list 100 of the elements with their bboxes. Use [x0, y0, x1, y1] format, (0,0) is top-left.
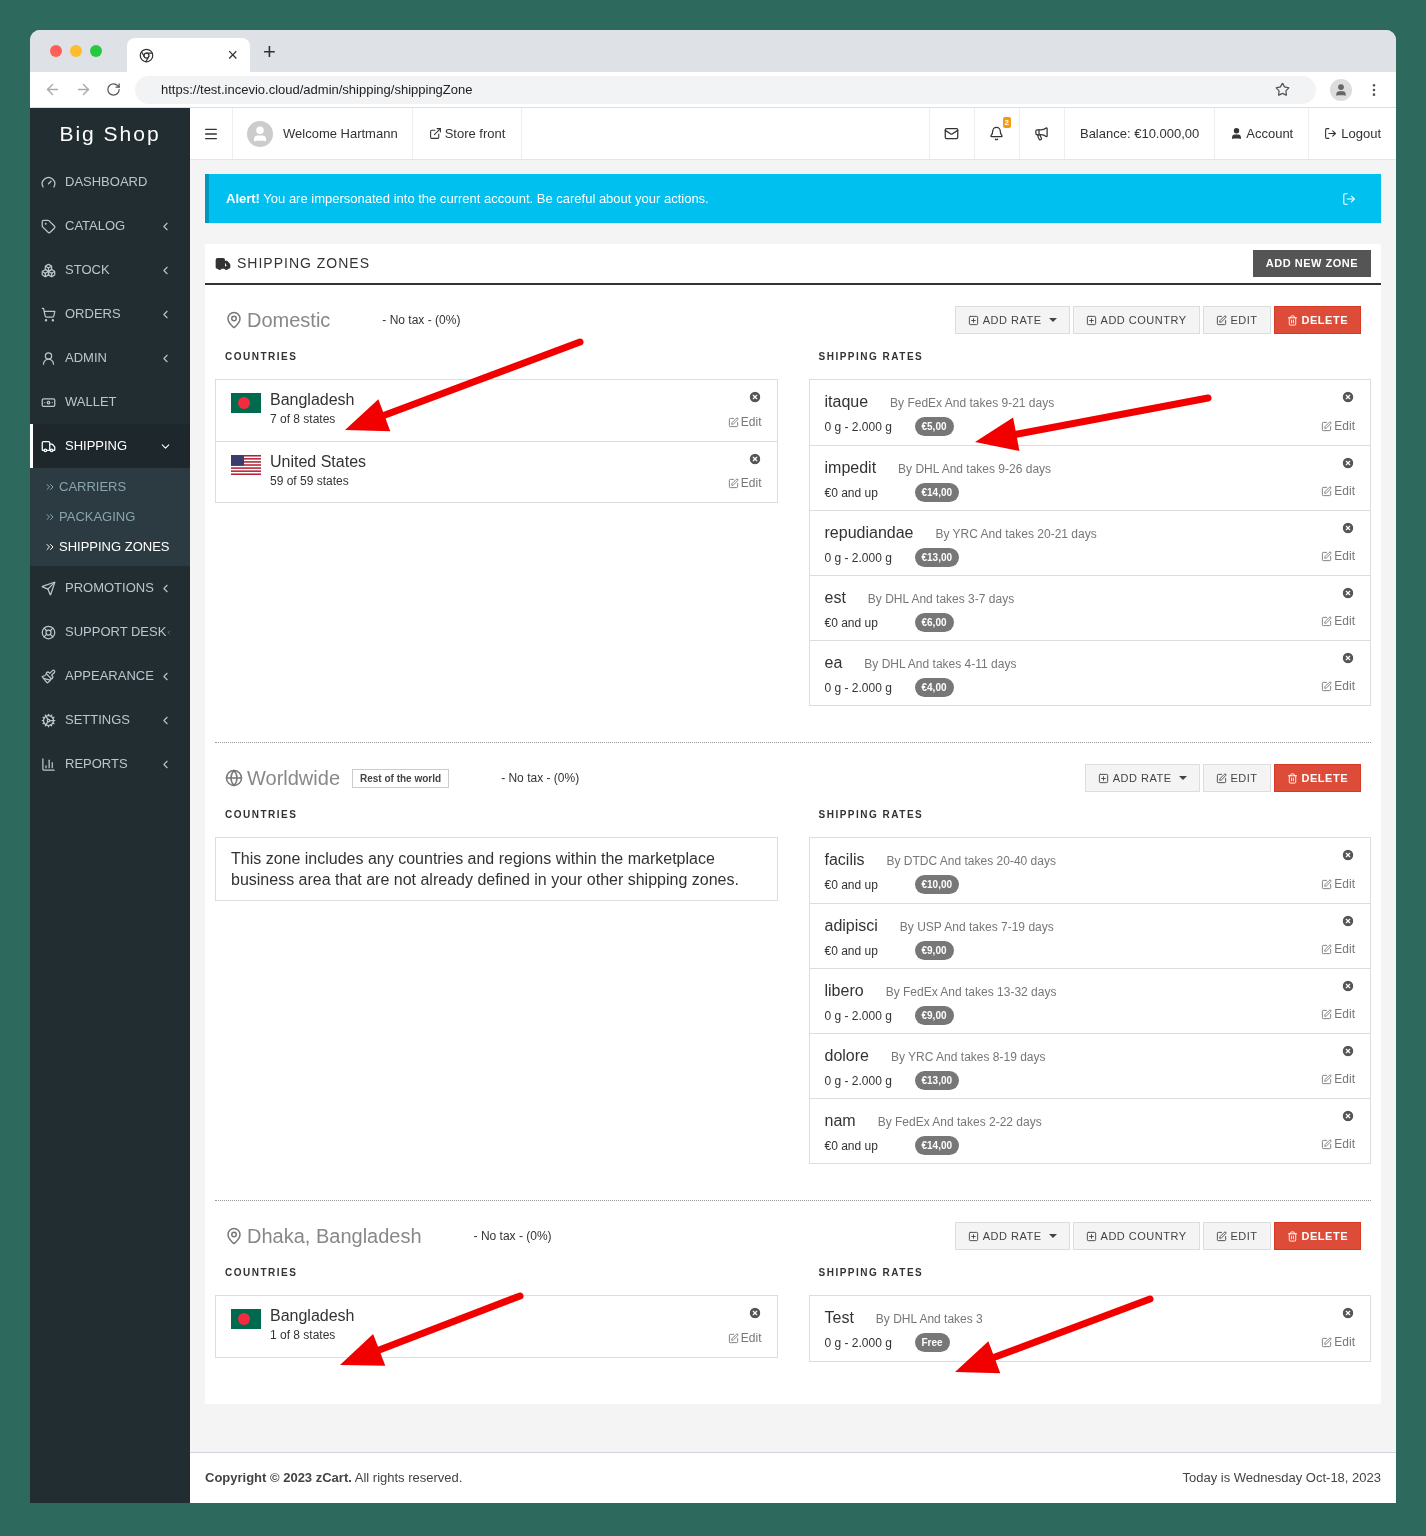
rate-range: €0 and up	[824, 942, 879, 960]
edit-link[interactable]: Edit	[1321, 1135, 1355, 1153]
sidebar-item[interactable]: CATALOG	[30, 204, 190, 248]
section-label: SHIPPING RATES	[817, 808, 925, 822]
action-button[interactable]: ADD RATE	[954, 306, 1070, 334]
logout-icon	[1324, 127, 1338, 140]
edit-link[interactable]: Edit	[1321, 482, 1355, 500]
notification-count: 2	[1002, 117, 1011, 128]
edit-icon	[727, 1332, 739, 1344]
edit-link[interactable]: Edit	[1321, 940, 1355, 958]
remove-icon[interactable]	[1341, 979, 1355, 993]
edit-icon	[1321, 1073, 1333, 1085]
sidebar-item[interactable]: REPORTS	[30, 742, 190, 786]
sidebar-item[interactable]: WALLET	[30, 380, 190, 424]
remove-icon[interactable]	[1341, 651, 1355, 665]
rate-name: libero	[824, 981, 864, 1001]
section-label: COUNTRIES	[224, 1266, 299, 1280]
remove-icon[interactable]	[1341, 848, 1355, 862]
welcome-user[interactable]: Welcome Hartmann	[233, 108, 413, 159]
store-front-link[interactable]: Store front	[412, 108, 523, 159]
sidebar-item[interactable]: PROMOTIONS	[30, 566, 190, 610]
remove-icon[interactable]	[1341, 521, 1355, 535]
new-tab-button[interactable]: +	[263, 35, 276, 68]
sidebar-item[interactable]: ORDERS	[30, 292, 190, 336]
action-button[interactable]: ADD COUNTRY	[1072, 1222, 1200, 1250]
remove-icon[interactable]	[1341, 914, 1355, 928]
edit-link[interactable]: Edit	[1321, 417, 1355, 435]
remove-icon[interactable]	[1341, 1306, 1355, 1320]
plus-square-icon	[1085, 1230, 1097, 1242]
submenu-item[interactable]: PACKAGING	[30, 502, 190, 532]
edit-icon	[1215, 314, 1227, 326]
edit-icon	[1321, 680, 1333, 692]
sidebar-item[interactable]: APPEARANCE	[30, 654, 190, 698]
edit-link[interactable]: Edit	[1321, 1333, 1355, 1351]
edit-link[interactable]: Edit	[727, 413, 762, 431]
sidebar-item[interactable]: ADMIN	[30, 336, 190, 380]
edit-link[interactable]: Edit	[1321, 1005, 1355, 1023]
sidebar-item[interactable]: SHIPPING	[30, 424, 190, 468]
logout-link[interactable]: Logout	[1308, 108, 1396, 159]
edit-link[interactable]: Edit	[1321, 612, 1355, 630]
double-chevron-icon	[44, 481, 56, 493]
submenu-item[interactable]: SHIPPING ZONES	[30, 532, 190, 562]
mail-icon[interactable]	[944, 126, 960, 141]
rate-carrier: By FedEx And takes 9-21 days	[890, 395, 1055, 412]
action-button[interactable]: EDIT	[1202, 764, 1271, 792]
edit-link[interactable]: Edit	[1321, 677, 1355, 695]
remove-icon[interactable]	[747, 390, 762, 404]
account-link[interactable]: Account	[1214, 108, 1309, 159]
action-button[interactable]: ADD COUNTRY	[1072, 306, 1200, 334]
remove-icon[interactable]	[1341, 1044, 1355, 1058]
remove-icon[interactable]	[1341, 1109, 1355, 1123]
rate-carrier: By FedEx And takes 2-22 days	[877, 1114, 1042, 1131]
flag-icon	[231, 1309, 261, 1329]
sidebar-item[interactable]: DASHBOARD	[30, 160, 190, 204]
remove-icon[interactable]	[747, 1306, 762, 1320]
megaphone-icon[interactable]	[1034, 126, 1050, 141]
submenu-item[interactable]: CARRIERS	[30, 472, 190, 502]
remove-icon[interactable]	[1341, 586, 1355, 600]
brand-logo[interactable]: Big Shop	[30, 108, 190, 160]
zone-tax: - No tax - (0%)	[382, 312, 461, 329]
zone-name: Worldwide	[247, 766, 340, 791]
bookmark-star-icon[interactable]	[1275, 82, 1290, 97]
edit-icon	[1321, 878, 1333, 890]
address-bar[interactable]: https://test.incevio.cloud/admin/shipping/shippingZone	[135, 75, 1316, 104]
remove-icon[interactable]	[1341, 456, 1355, 470]
action-button[interactable]: EDIT	[1202, 306, 1271, 334]
rate-carrier: By YRC And takes 20-21 days	[935, 526, 1097, 543]
edit-link[interactable]: Edit	[1321, 547, 1355, 565]
double-chevron-icon	[44, 511, 56, 523]
profile-avatar[interactable]	[1330, 78, 1352, 101]
edit-icon	[1321, 485, 1333, 497]
notification-bell-icon[interactable]	[989, 126, 1005, 141]
action-button[interactable]: DELETE	[1273, 306, 1361, 334]
action-button[interactable]: DELETE	[1273, 1222, 1361, 1250]
action-button[interactable]: EDIT	[1202, 1222, 1271, 1250]
tab-close-button[interactable]: ×	[227, 41, 238, 69]
edit-link[interactable]: Edit	[727, 1329, 762, 1347]
action-button[interactable]: ADD RATE	[1084, 764, 1200, 792]
action-button[interactable]: ADD RATE	[954, 1222, 1070, 1250]
edit-icon	[1321, 420, 1333, 432]
caret-icon	[1048, 1234, 1057, 1238]
edit-link[interactable]: Edit	[1321, 875, 1355, 893]
action-button[interactable]: DELETE	[1273, 764, 1361, 792]
section-label: SHIPPING RATES	[817, 1266, 925, 1280]
add-new-zone-button[interactable]: ADD NEW ZONE	[1252, 250, 1371, 277]
remove-icon[interactable]	[1341, 390, 1355, 404]
edit-link[interactable]: Edit	[727, 474, 762, 492]
sidebar-item[interactable]: SETTINGS	[30, 698, 190, 742]
flag-icon	[231, 455, 261, 475]
reload-icon[interactable]	[106, 82, 121, 97]
rate-carrier: By USP And takes 7-19 days	[899, 919, 1054, 936]
remove-icon[interactable]	[747, 452, 762, 466]
browser-tab[interactable]: ×	[127, 38, 250, 72]
flag-icon	[231, 393, 261, 413]
edit-link[interactable]: Edit	[1321, 1070, 1355, 1088]
sidebar-item[interactable]: STOCK	[30, 248, 190, 292]
price-badge: €9,00	[914, 941, 954, 960]
panel-title: SHIPPING ZONES	[237, 254, 372, 273]
sidebar-item[interactable]: SUPPORT DESK	[30, 610, 190, 654]
caret-icon	[1048, 318, 1057, 322]
